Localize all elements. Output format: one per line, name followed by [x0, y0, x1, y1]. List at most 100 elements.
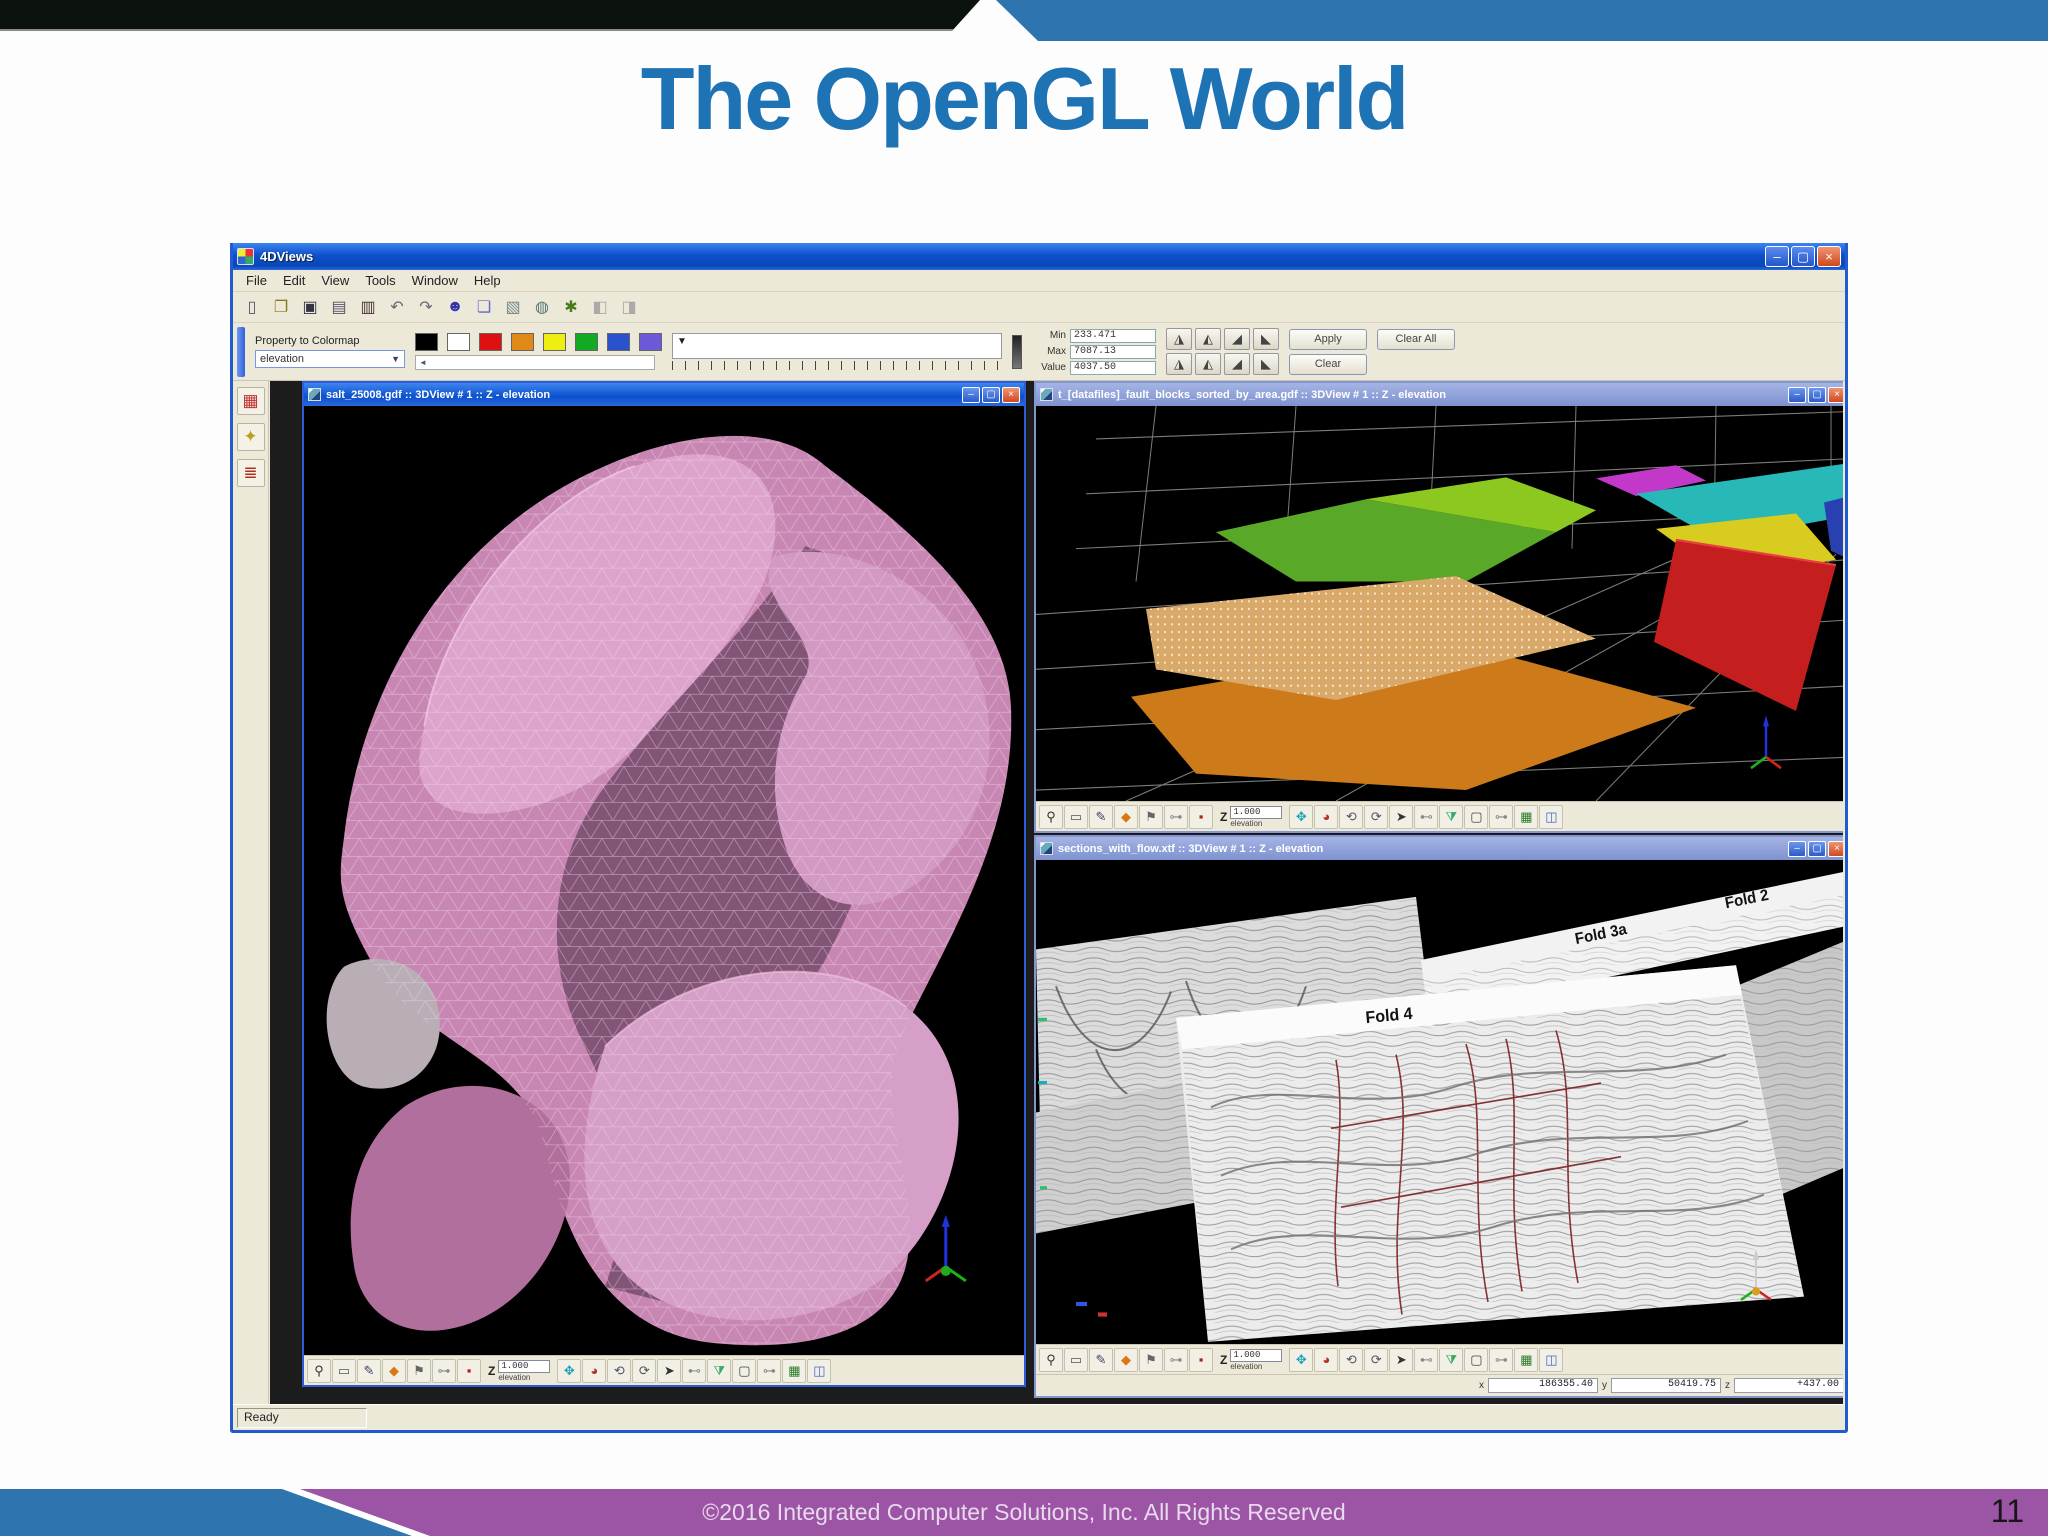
rotate-y-icon[interactable]: ⟳	[1364, 804, 1389, 829]
ramp-button[interactable]: ◮	[1166, 328, 1192, 350]
level-slider-icon[interactable]: ⊶	[757, 1358, 782, 1383]
menu-item[interactable]: File	[239, 272, 274, 289]
rotate-x-icon[interactable]: ⟲	[607, 1358, 632, 1383]
close-button[interactable]: ×	[1817, 246, 1841, 267]
close-button[interactable]: ×	[1828, 386, 1843, 403]
z-scale-widget[interactable]: Z 1.000 elevation	[1220, 805, 1283, 828]
colormap-scrollbar[interactable]: ◄	[415, 355, 655, 370]
minimize-button[interactable]: –	[1788, 840, 1806, 857]
edit-icon[interactable]: ✎	[1089, 804, 1113, 829]
level-slider-icon[interactable]: ⊶	[1489, 804, 1514, 829]
maximize-button[interactable]: ▢	[982, 386, 1000, 403]
select-icon[interactable]: ▭	[332, 1358, 356, 1383]
z-scale-value[interactable]: 1.000	[498, 1359, 551, 1373]
paste-icon[interactable]: ▧	[500, 294, 526, 320]
toolbar-grip[interactable]	[237, 326, 245, 377]
copy-icon[interactable]: ❏	[471, 294, 497, 320]
color-swatch[interactable]	[543, 333, 566, 351]
y-coordinate-field[interactable]: 50419.75	[1611, 1378, 1721, 1393]
stop-icon[interactable]: ▪	[1189, 804, 1213, 829]
zoom-icon[interactable]: ⚲	[307, 1358, 331, 1383]
menu-item[interactable]: View	[314, 272, 356, 289]
level-slider-icon[interactable]: ⊶	[1489, 1347, 1514, 1372]
minimize-button[interactable]: –	[1765, 246, 1789, 267]
drop-icon[interactable]: ⧩	[1439, 1347, 1464, 1372]
frame-icon[interactable]: ▢	[1464, 1347, 1489, 1372]
world-icon[interactable]: ◍	[529, 294, 555, 320]
edit-icon[interactable]: ✎	[1089, 1347, 1113, 1372]
layout-icon[interactable]: ◫	[1539, 1347, 1564, 1372]
color-swatch[interactable]	[607, 333, 630, 351]
brush-icon[interactable]: ✦	[236, 423, 265, 451]
scroll-left-icon[interactable]: ◄	[416, 358, 430, 367]
marker-icon[interactable]: ⚑	[1139, 1347, 1163, 1372]
snapshot-icon[interactable]: ✱	[558, 294, 584, 320]
open-file-icon[interactable]: ❐	[268, 294, 294, 320]
z-coordinate-field[interactable]: +437.00	[1734, 1378, 1843, 1393]
colorbar-pointer-icon[interactable]: ▼	[677, 336, 687, 347]
ramp-button[interactable]: ◮	[1166, 353, 1192, 375]
move-icon[interactable]: ✥	[1289, 804, 1314, 829]
frame-icon[interactable]: ▢	[732, 1358, 757, 1383]
color-swatch[interactable]	[479, 333, 502, 351]
orbit-icon[interactable]: ◕	[1314, 1347, 1339, 1372]
layout-icon[interactable]: ◫	[807, 1358, 832, 1383]
zoom-icon[interactable]: ⚲	[1039, 804, 1063, 829]
marker-icon[interactable]: ⚑	[407, 1358, 431, 1383]
print-icon[interactable]: ▤	[326, 294, 352, 320]
z-scale-value[interactable]: 1.000	[1230, 805, 1283, 819]
select-icon[interactable]: ▭	[1064, 1347, 1088, 1372]
minimize-button[interactable]: –	[1788, 386, 1806, 403]
ruler-slider-icon[interactable]: ⊶	[432, 1358, 456, 1383]
rotate-x-icon[interactable]: ⟲	[1339, 804, 1364, 829]
fault-blocks-titlebar[interactable]: t_[datafiles]_fault_blocks_sorted_by_are…	[1036, 383, 1843, 406]
ramp-button[interactable]: ◭	[1195, 353, 1221, 375]
salt-3d-viewport[interactable]	[304, 406, 1024, 1355]
colorbar[interactable]: ▼	[672, 333, 1002, 359]
move-icon[interactable]: ✥	[1289, 1347, 1314, 1372]
rotate-y-icon[interactable]: ⟳	[1364, 1347, 1389, 1372]
pan-icon[interactable]: ➤	[657, 1358, 682, 1383]
frame-icon[interactable]: ▢	[1464, 804, 1489, 829]
stop-icon[interactable]: ▪	[1189, 1347, 1213, 1372]
rotate-y-icon[interactable]: ⟳	[632, 1358, 657, 1383]
z-scale-value[interactable]: 1.000	[1230, 1348, 1283, 1362]
max-field[interactable]: 7087.13	[1070, 344, 1156, 359]
min-field[interactable]: 233.471	[1070, 328, 1156, 343]
fault-blocks-viewport[interactable]	[1036, 406, 1843, 801]
user-icon[interactable]: ☻	[442, 294, 468, 320]
menu-item[interactable]: Tools	[358, 272, 402, 289]
grid-icon[interactable]: ▦	[782, 1358, 807, 1383]
x-coordinate-field[interactable]: 186355.40	[1488, 1378, 1598, 1393]
layout-icon[interactable]: ◫	[1539, 804, 1564, 829]
close-button[interactable]: ×	[1828, 840, 1843, 857]
menu-item[interactable]: Edit	[276, 272, 312, 289]
app-title-bar[interactable]: 4DViews – ▢ ×	[233, 243, 1845, 270]
redo-icon[interactable]: ↷	[413, 294, 439, 320]
pan-icon[interactable]: ➤	[1389, 804, 1414, 829]
rotate-x-icon[interactable]: ⟲	[1339, 1347, 1364, 1372]
ramp-button[interactable]: ◢	[1224, 353, 1250, 375]
export-icon[interactable]: ▥	[355, 294, 381, 320]
histogram-marker-icon[interactable]	[1012, 334, 1022, 369]
speed-slider-icon[interactable]: ⊷	[682, 1358, 707, 1383]
maximize-button[interactable]: ▢	[1791, 246, 1815, 267]
ruler-slider-icon[interactable]: ⊶	[1164, 804, 1188, 829]
next-view-icon[interactable]: ◨	[616, 294, 642, 320]
orbit-icon[interactable]: ◕	[1314, 804, 1339, 829]
select-icon[interactable]: ▭	[1064, 804, 1088, 829]
stop-icon[interactable]: ▪	[457, 1358, 481, 1383]
color-swatch[interactable]	[639, 333, 662, 351]
grid-icon[interactable]: ▦	[1514, 1347, 1539, 1372]
color-swatch[interactable]	[575, 333, 598, 351]
ramp-button[interactable]: ◣	[1253, 328, 1279, 350]
palette-grid-icon[interactable]: ▦	[236, 387, 265, 415]
property-combobox[interactable]: elevation ▼	[255, 350, 405, 368]
minimize-button[interactable]: –	[962, 386, 980, 403]
move-icon[interactable]: ✥	[557, 1358, 582, 1383]
ramp-button[interactable]: ◢	[1224, 328, 1250, 350]
value-field[interactable]: 4037.50	[1070, 360, 1156, 375]
prev-view-icon[interactable]: ◧	[587, 294, 613, 320]
new-file-icon[interactable]: ▯	[239, 294, 265, 320]
clear-all-button[interactable]: Clear All	[1377, 328, 1455, 350]
